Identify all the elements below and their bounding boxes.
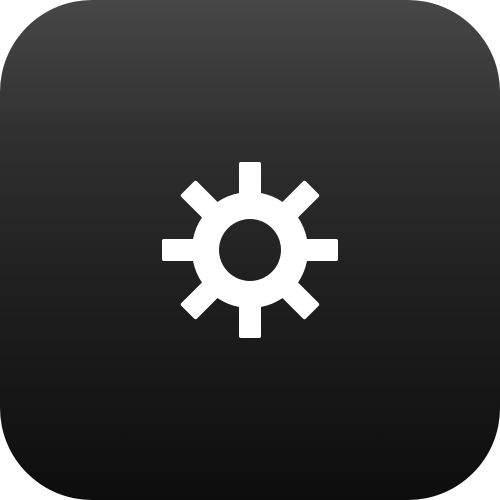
gear-icon bbox=[160, 160, 340, 340]
settings-app-icon[interactable] bbox=[0, 0, 500, 500]
